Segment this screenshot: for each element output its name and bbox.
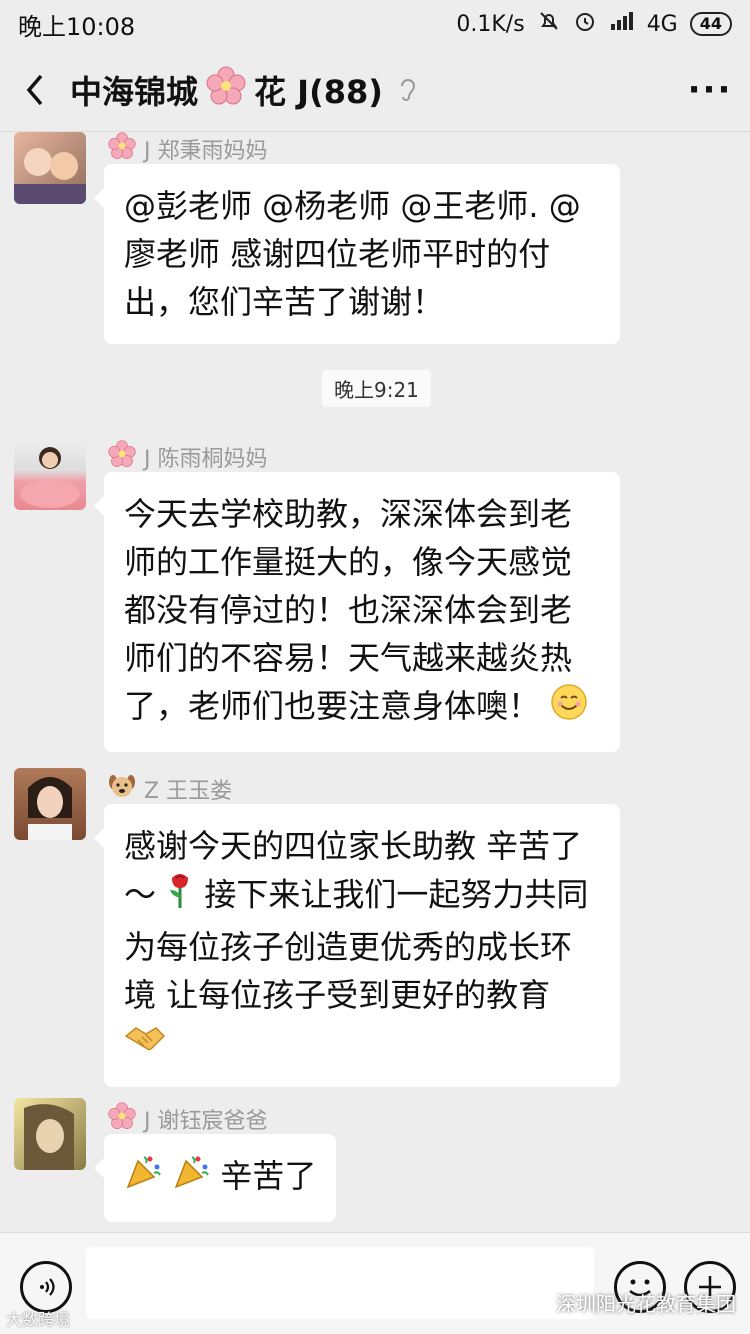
message-input[interactable] (86, 1247, 594, 1319)
earpiece-mode-icon (391, 73, 425, 107)
smiling-face-icon (550, 683, 588, 734)
voice-icon (40, 1278, 55, 1296)
sender-label: J 郑秉雨妈妈 (144, 139, 268, 164)
status-bar: 晚上10:08 0.1K/s 4G 44 (0, 0, 750, 48)
message-text: 今天去学校助教，深深体会到老师的工作量挺大的，像今天感觉都没有停过的！也深深体会… (124, 495, 573, 725)
watermark-right: 深圳阳光花教育集团 (524, 1288, 736, 1317)
cherry-blossom-icon (206, 66, 246, 114)
alarm-icon (573, 9, 597, 39)
group-name: 中海锦城 (70, 72, 199, 111)
message-bubble[interactable]: 辛苦了 (93, 1134, 337, 1222)
back-button[interactable] (0, 48, 70, 132)
watermark-left: 大数跨境 (6, 1306, 70, 1330)
sender-name: Z 王玉娄 (108, 772, 232, 806)
cherry-blossom-icon (108, 440, 136, 474)
chat-header: 中海锦城 花 J(88) ··· (0, 48, 750, 132)
group-name-suffix: 花 J(88) (254, 72, 383, 111)
sender-label: J 谢钰宸爸爸 (144, 1109, 268, 1134)
message-list[interactable]: J 郑秉雨妈妈 @彭老师 @杨老师 @王老师. @廖老师 感谢四位老师平时的付出… (0, 132, 750, 1232)
party-popper-icon (124, 1153, 162, 1204)
message-bubble[interactable]: @彭老师 @杨老师 @王老师. @廖老师 感谢四位老师平时的付出，您们辛苦了谢谢… (94, 164, 620, 344)
ellipsis-icon: ··· (687, 69, 733, 110)
sender-label: Z 王玉娄 (144, 779, 233, 804)
signal-icon (609, 10, 635, 38)
chat-title: 中海锦城 花 J(88) (70, 66, 670, 114)
cherry-blossom-icon (108, 1102, 136, 1136)
cherry-blossom-icon (108, 132, 136, 166)
mute-icon (537, 9, 561, 39)
sender-name: J 陈雨桐妈妈 (108, 440, 267, 474)
sender-name: J 谢钰宸爸爸 (108, 1102, 267, 1136)
watermark-right-text: 深圳阳光花教育集团 (556, 1292, 736, 1316)
avatar[interactable] (14, 768, 86, 840)
battery-level: 44 (689, 12, 732, 36)
more-options-button[interactable]: ··· (670, 48, 750, 132)
avatar[interactable] (14, 1098, 86, 1170)
avatar[interactable] (14, 132, 86, 204)
party-popper-icon (172, 1153, 210, 1204)
message-text: 辛苦了 (220, 1157, 317, 1195)
rose-icon (166, 870, 194, 923)
chevron-left-icon (26, 74, 43, 105)
status-time: 晚上10:08 (18, 12, 136, 41)
network-speed: 0.1K/s (456, 11, 525, 37)
status-indicators: 0.1K/s 4G 44 (456, 9, 732, 39)
avatar[interactable] (14, 438, 86, 510)
input-bar (0, 1232, 750, 1334)
handshake-icon (124, 1021, 166, 1069)
watermark-left-text: 大数跨境 (6, 1310, 71, 1329)
message-text: 接下来让我们一起努力共同为每位孩子创造更优秀的成长环境 让每位孩子受到更好的教育 (124, 875, 589, 1015)
message-bubble[interactable]: 今天去学校助教，深深体会到老师的工作量挺大的，像今天感觉都没有停过的！也深深体会… (94, 472, 620, 752)
timestamp: 晚上9:21 (322, 370, 431, 407)
message-bubble[interactable]: 感谢今天的四位家长助教 辛苦了～ 接下来让我们一起努力共同为每位孩子创造更优秀的… (94, 804, 620, 1087)
network-type: 4G (646, 11, 678, 37)
wechat-logo-icon (524, 1289, 550, 1316)
sender-name: J 郑秉雨妈妈 (108, 132, 267, 166)
dog-face-icon (108, 772, 136, 806)
sender-label: J 陈雨桐妈妈 (144, 447, 268, 472)
